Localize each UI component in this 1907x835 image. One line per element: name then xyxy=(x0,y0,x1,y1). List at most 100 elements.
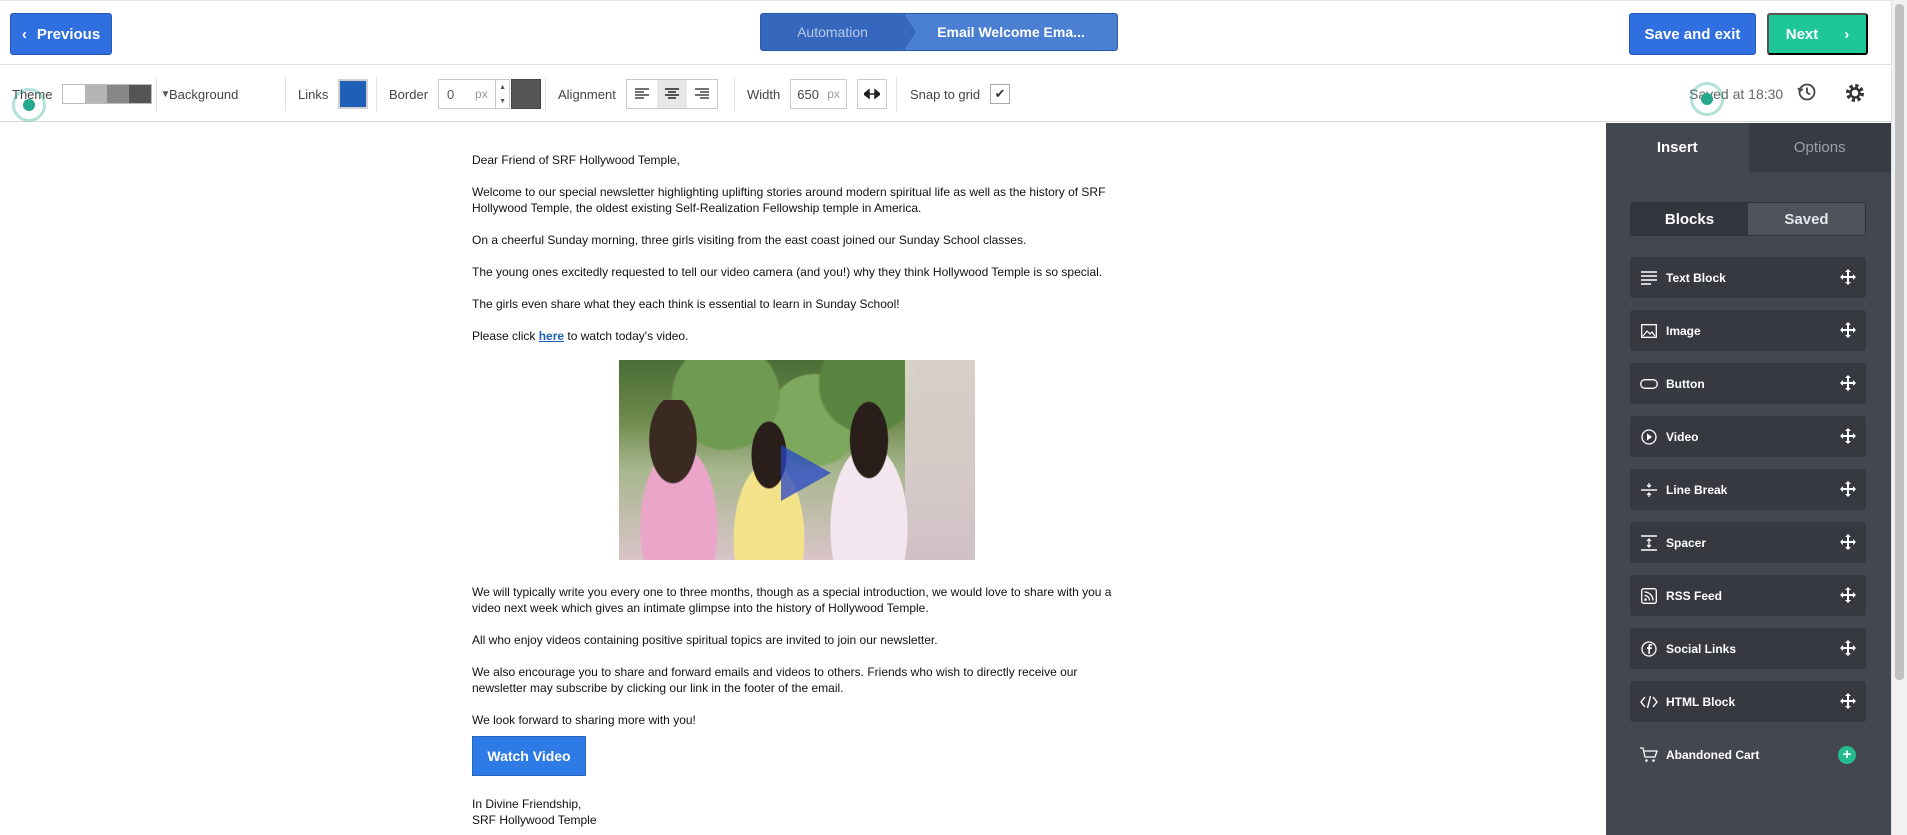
divider xyxy=(896,77,897,111)
email-paragraph[interactable]: We will typically write you every one to… xyxy=(472,584,1122,616)
scrollbar-thumb[interactable] xyxy=(1895,4,1904,680)
email-paragraph[interactable]: On a cheerful Sunday morning, three girl… xyxy=(472,232,1122,248)
block-video[interactable]: Video xyxy=(1630,416,1866,457)
breadcrumb: Automation Email Welcome Ema... xyxy=(760,13,1118,51)
move-icon[interactable] xyxy=(1840,375,1856,394)
move-icon[interactable] xyxy=(1840,693,1856,712)
email-paragraph[interactable]: All who enjoy videos containing positive… xyxy=(472,632,1122,648)
image-icon xyxy=(1640,322,1658,340)
cart-icon xyxy=(1640,746,1658,764)
border-color-picker[interactable] xyxy=(511,79,542,109)
email-paragraph[interactable]: The young ones excitedly requested to te… xyxy=(472,264,1122,280)
chevron-right-icon: › xyxy=(1844,25,1850,43)
email-paragraph[interactable]: Welcome to our special newsletter highli… xyxy=(472,184,1122,216)
snap-checkbox[interactable]: ✔ xyxy=(990,84,1011,104)
align-left-icon[interactable] xyxy=(627,80,657,108)
snap-control: Snap to grid ✔ xyxy=(910,66,1011,122)
editor-toolbar: Theme ▼ Background Links Border 0 px ▲ ▼ xyxy=(0,66,1891,122)
block-label: HTML Block xyxy=(1666,694,1736,709)
blocks-saved-toggle: Blocks Saved xyxy=(1630,202,1866,236)
block-label: Text Block xyxy=(1666,270,1726,285)
video-thumbnail[interactable] xyxy=(619,360,975,560)
divider xyxy=(156,77,157,111)
move-icon[interactable] xyxy=(1840,269,1856,288)
theme-swatch xyxy=(129,85,152,103)
email-paragraph[interactable]: The girls even share what they each thin… xyxy=(472,296,1122,312)
block-html[interactable]: HTML Block xyxy=(1630,681,1866,722)
next-label: Next xyxy=(1785,25,1819,43)
full-width-button[interactable] xyxy=(856,79,887,109)
links-label: Links xyxy=(298,86,329,102)
email-paragraph[interactable]: We also encourage you to share and forwa… xyxy=(472,664,1122,696)
checkmark-icon: ✔ xyxy=(994,86,1006,101)
background-control[interactable]: Background xyxy=(169,66,238,122)
email-signoff[interactable]: In Divine Friendship, SRF Hollywood Temp… xyxy=(472,796,1122,828)
width-unit: px xyxy=(827,87,840,101)
email-body[interactable]: Dear Friend of SRF Hollywood Temple, Wel… xyxy=(472,152,1122,828)
video-link[interactable]: here xyxy=(539,329,564,343)
hotspot-marker[interactable] xyxy=(12,88,46,122)
move-icon[interactable] xyxy=(1840,640,1856,659)
width-control: Width 650 px xyxy=(747,66,887,122)
border-width-input[interactable]: 0 px ▲ ▼ xyxy=(438,79,511,109)
move-icon[interactable] xyxy=(1840,534,1856,553)
align-center-icon[interactable] xyxy=(656,80,687,108)
breadcrumb-automation[interactable]: Automation xyxy=(760,13,905,51)
facebook-icon xyxy=(1640,640,1658,658)
block-image[interactable]: Image xyxy=(1630,310,1866,351)
block-abandoned-cart[interactable]: Abandoned Cart + xyxy=(1630,734,1866,775)
segment-saved[interactable]: Saved xyxy=(1748,203,1865,235)
block-rss-feed[interactable]: RSS Feed xyxy=(1630,575,1866,616)
move-icon[interactable] xyxy=(1840,481,1856,500)
add-icon[interactable]: + xyxy=(1838,746,1856,764)
border-stepper[interactable]: ▲ ▼ xyxy=(495,80,509,108)
previous-button[interactable]: ‹ Previous xyxy=(10,13,112,55)
stepper-up-icon[interactable]: ▲ xyxy=(499,84,506,91)
block-label: Abandoned Cart xyxy=(1666,747,1760,762)
block-button[interactable]: Button xyxy=(1630,363,1866,404)
theme-swatches[interactable] xyxy=(62,84,153,104)
segment-blocks[interactable]: Blocks xyxy=(1631,203,1748,235)
divider xyxy=(376,77,377,111)
block-label: Spacer xyxy=(1666,535,1707,550)
email-canvas[interactable]: Dear Friend of SRF Hollywood Temple, Wel… xyxy=(0,123,1606,835)
chevron-left-icon: ‹ xyxy=(21,25,27,43)
play-icon[interactable] xyxy=(781,445,831,501)
move-icon[interactable] xyxy=(1840,428,1856,447)
email-paragraph[interactable]: Please click here to watch today's video… xyxy=(472,328,1122,344)
history-icon[interactable] xyxy=(1796,81,1818,106)
align-right-icon[interactable] xyxy=(687,80,717,108)
block-label: Button xyxy=(1666,376,1705,391)
tab-insert[interactable]: Insert xyxy=(1606,123,1749,172)
block-line-break[interactable]: Line Break xyxy=(1630,469,1866,510)
next-button[interactable]: Next › xyxy=(1767,13,1868,55)
move-icon[interactable] xyxy=(1840,587,1856,606)
email-paragraph[interactable]: We look forward to sharing more with you… xyxy=(472,712,1122,728)
tab-options[interactable]: Options xyxy=(1748,123,1891,172)
theme-swatch xyxy=(63,85,86,103)
block-label: RSS Feed xyxy=(1666,588,1723,603)
email-greeting[interactable]: Dear Friend of SRF Hollywood Temple, xyxy=(472,152,1122,168)
border-width-value[interactable]: 0 xyxy=(439,87,475,102)
links-color-picker[interactable] xyxy=(338,79,369,109)
border-control: Border 0 px ▲ ▼ xyxy=(389,66,542,122)
block-text[interactable]: Text Block xyxy=(1630,257,1866,298)
watch-video-button[interactable]: Watch Video xyxy=(472,736,586,776)
links-control: Links xyxy=(298,66,369,122)
save-and-exit-button[interactable]: Save and exit xyxy=(1629,13,1756,55)
width-input[interactable]: 650 px xyxy=(790,79,847,109)
code-icon xyxy=(1640,693,1658,711)
insert-panel: Insert Options Blocks Saved Text Block I… xyxy=(1606,123,1891,835)
text: Please click xyxy=(472,329,539,343)
rss-icon xyxy=(1640,587,1658,605)
gear-icon[interactable] xyxy=(1843,81,1867,108)
page-scrollbar[interactable] xyxy=(1891,0,1907,835)
stepper-down-icon[interactable]: ▼ xyxy=(499,98,506,105)
width-value[interactable]: 650 xyxy=(797,87,827,102)
move-icon[interactable] xyxy=(1840,322,1856,341)
hotspot-marker[interactable] xyxy=(1690,82,1724,116)
block-spacer[interactable]: Spacer xyxy=(1630,522,1866,563)
block-social-links[interactable]: Social Links xyxy=(1630,628,1866,669)
breadcrumb-current-email[interactable]: Email Welcome Ema... xyxy=(904,13,1118,51)
block-label: Image xyxy=(1666,323,1701,338)
